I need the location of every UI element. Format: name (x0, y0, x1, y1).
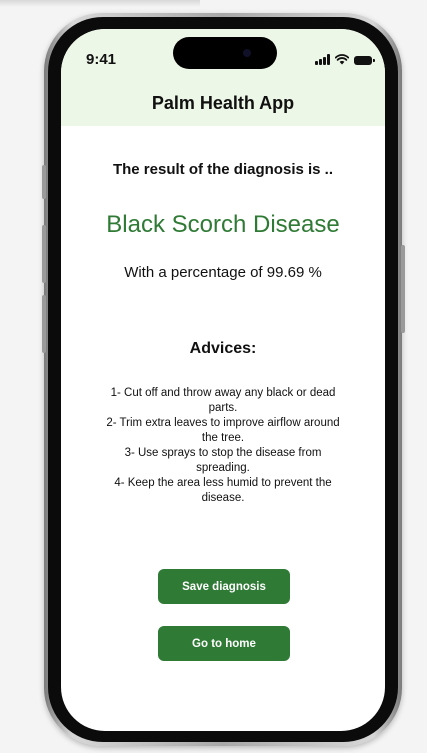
advice-list: 1- Cut off and throw away any black or d… (103, 386, 343, 506)
advices-heading: Advices: (189, 340, 257, 357)
disease-name: Black Scorch Disease (106, 211, 340, 238)
mute-switch (42, 165, 46, 199)
go-to-home-button[interactable]: Go to home (158, 626, 290, 661)
status-time: 9:41 (86, 51, 117, 68)
front-camera-icon (243, 49, 251, 57)
app-title: Palm Health App (151, 93, 295, 113)
power-button (401, 245, 405, 333)
percentage-text: With a percentage of 99.69 % (124, 264, 322, 281)
advice-item: 3- Use sprays to stop the disease from s… (124, 447, 322, 474)
battery-icon (354, 56, 375, 65)
advice-item: 4- Keep the area less humid to prevent t… (114, 477, 332, 504)
page-canvas: 9:41 Palm Health App The result of the d… (0, 0, 427, 753)
phone-screen: 9:41 Palm Health App The result of the d… (61, 29, 385, 731)
wifi-icon (335, 54, 349, 65)
result-heading: The result of the diagnosis is .. (112, 161, 334, 178)
dynamic-island (173, 37, 277, 69)
save-diagnosis-button[interactable]: Save diagnosis (158, 569, 290, 604)
top-edge-shadow (0, 0, 200, 7)
advice-item: 1- Cut off and throw away any black or d… (110, 387, 336, 414)
app-header: 9:41 Palm Health App (61, 29, 385, 126)
advice-item: 2- Trim extra leaves to improve airflow … (106, 417, 340, 444)
signal-icon (315, 54, 330, 65)
volume-up-button (42, 225, 46, 283)
volume-down-button (42, 295, 46, 353)
status-icons (315, 54, 375, 65)
